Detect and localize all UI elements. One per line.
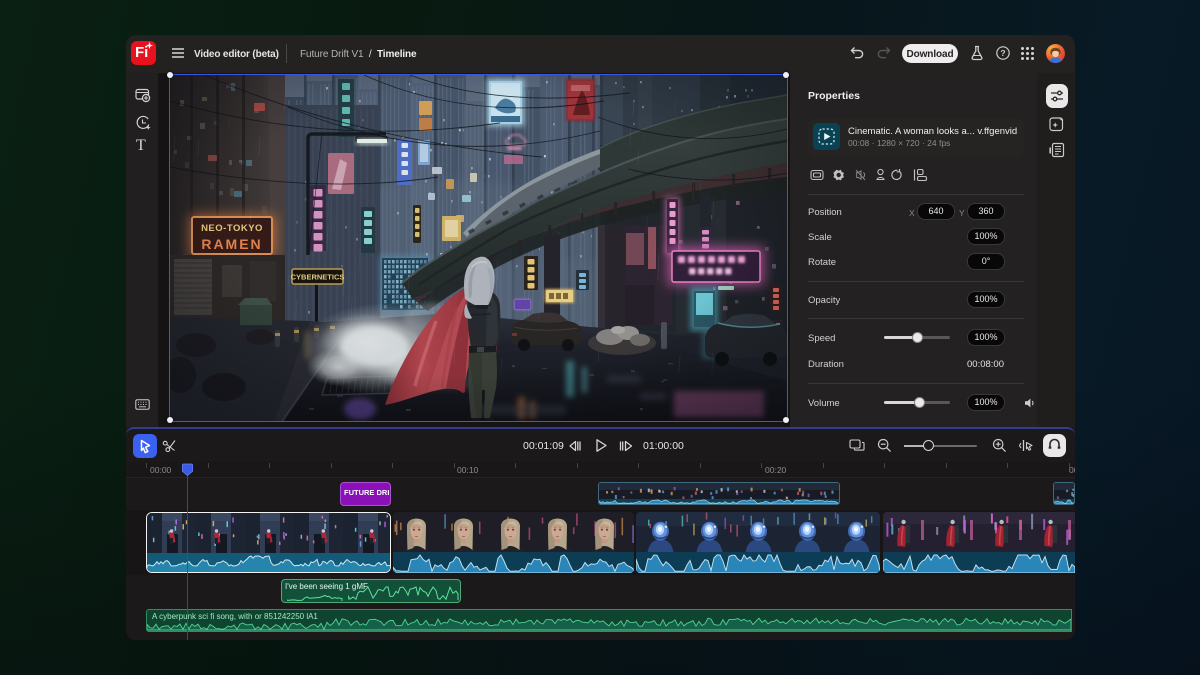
svg-text:?: ? [1000,48,1005,58]
